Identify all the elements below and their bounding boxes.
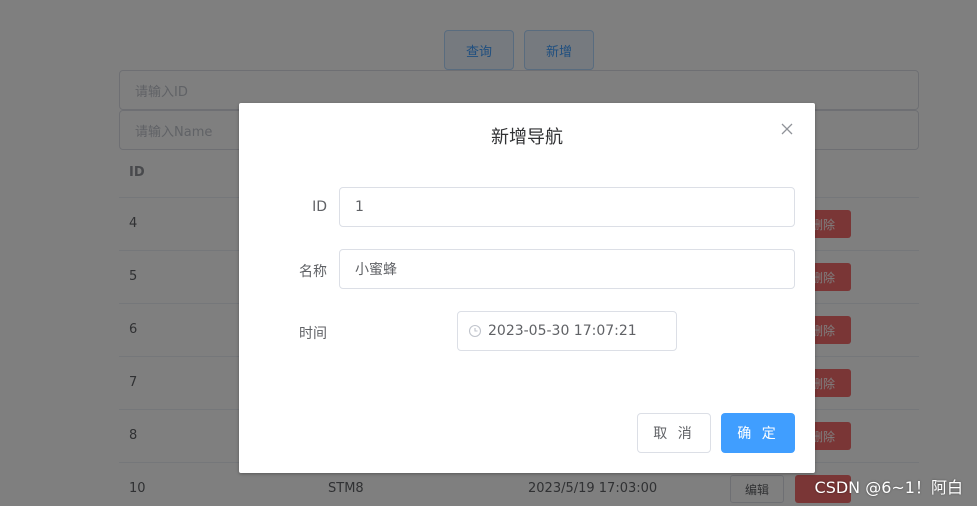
id-label: ID	[312, 199, 327, 215]
add-navigation-dialog: 新增导航 ID 1 名称 小蜜蜂 时间 2023-05-30 17:07:21 …	[239, 103, 815, 473]
time-value: 2023-05-30 17:07:21	[488, 323, 637, 339]
confirm-button[interactable]: 确 定	[721, 413, 795, 453]
time-label: 时间	[299, 326, 327, 342]
clock-icon	[468, 324, 482, 338]
close-icon[interactable]	[779, 121, 795, 137]
name-label: 名称	[299, 264, 327, 280]
dialog-title: 新增导航	[491, 127, 563, 148]
name-field[interactable]: 小蜜蜂	[339, 249, 795, 289]
watermark: CSDN @6~1！阿白	[814, 478, 963, 497]
time-picker[interactable]: 2023-05-30 17:07:21	[457, 311, 677, 351]
id-field[interactable]: 1	[339, 187, 795, 227]
cancel-button[interactable]: 取 消	[637, 413, 711, 453]
